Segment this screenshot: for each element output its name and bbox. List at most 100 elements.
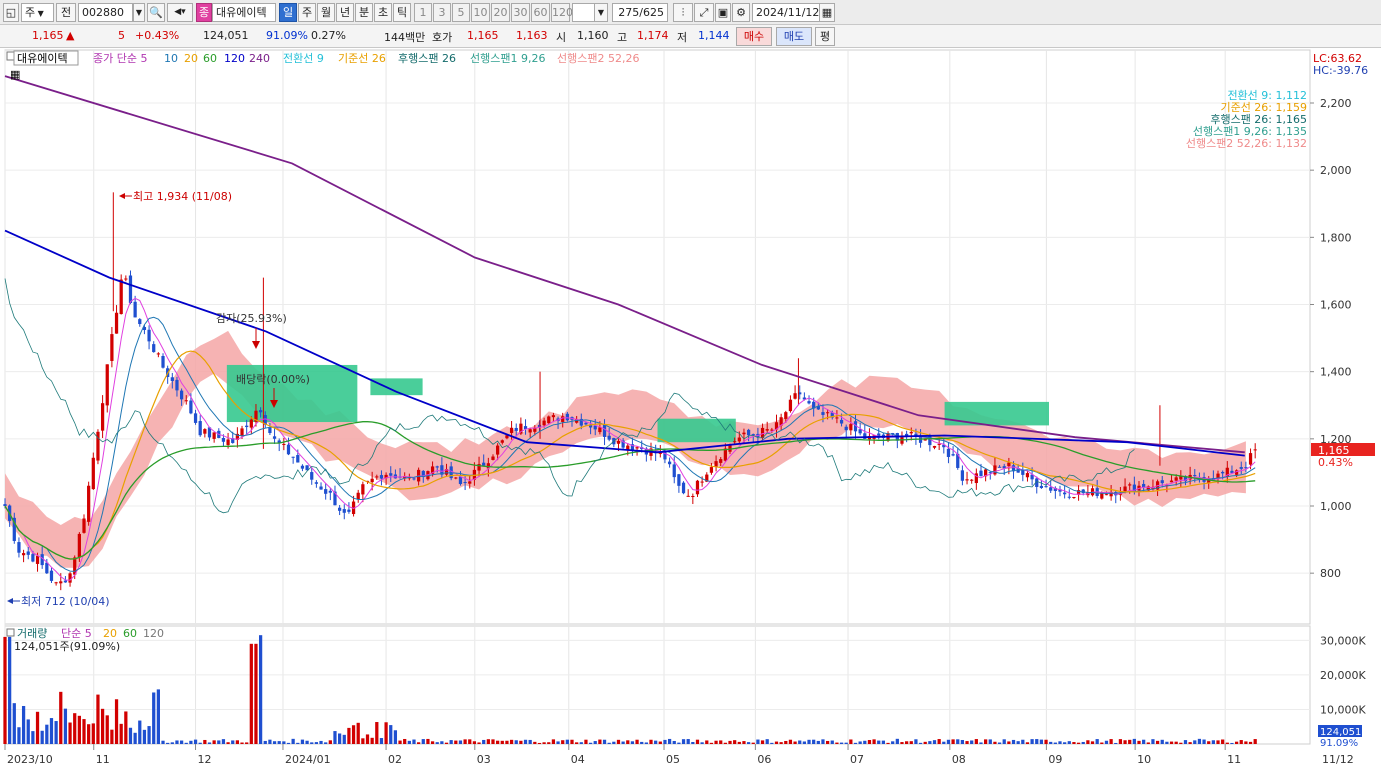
period-second-button[interactable]: 초 [374,3,392,22]
favorite-badge[interactable]: 종 [196,3,212,22]
candle-body [737,437,741,442]
volume-bar [356,722,360,744]
candle-body [551,415,556,418]
period-day-button[interactable]: 일 [279,3,297,22]
volume-bar [918,742,923,744]
legend-conversion-line[interactable]: 전환선 9 [283,52,324,65]
gear-icon[interactable]: ⚙ [732,3,750,22]
legend-ma60[interactable]: 60 [203,52,217,65]
legend-ma20[interactable]: 20 [184,52,198,65]
date-input[interactable]: 2024/11/12 [752,3,820,22]
volume-bar [1151,739,1155,744]
stock-chart[interactable]: 2,2002,0001,8001,6001,4001,2001,00080030… [0,48,1381,771]
volume-bar [635,739,639,744]
calendar-icon[interactable]: ▦ [819,3,835,22]
arrows-icon[interactable]: ⤢ [694,3,714,22]
legend-ma-label[interactable]: 종가 단순 5 [93,52,147,65]
candle-body [286,444,291,455]
interval-10-button[interactable]: 10 [471,3,490,22]
legend-base-line[interactable]: 기준선 26 [338,52,386,65]
volume-legend-ma60[interactable]: 60 [123,627,137,640]
volume-current-tag-text: 124,051 [1320,727,1361,738]
legend-leading-span1[interactable]: 선행스팬1 9,26 [470,52,545,65]
search-icon[interactable]: 🔍 [147,3,165,22]
stock-name-field[interactable]: 대유에이텍 [212,3,276,22]
volume-bar [412,739,416,744]
volume-bar [407,740,411,744]
interval-120-button[interactable]: 120 [551,3,573,22]
volume-bar [114,699,119,744]
candle-body [458,476,463,484]
period-minute-button[interactable]: 분 [355,3,373,22]
grid-icon[interactable]: ▦ [10,68,20,81]
candle-body [87,485,91,522]
svg-text:최저 712 (10/04): 최저 712 (10/04) [21,595,110,608]
volume-bar [1072,742,1076,744]
volume-bar [384,722,388,744]
interval-5-button[interactable]: 5 [452,3,470,22]
period-year-button[interactable]: 년 [336,3,354,22]
candle-body [291,456,295,458]
volume-bar [533,741,537,744]
svg-text:감자(25.93%): 감자(25.93%) [216,312,287,325]
candle-body [82,518,86,533]
legend-ma10[interactable]: 10 [164,52,178,65]
chevron-down-icon[interactable]: ▼ [133,3,145,22]
volume-bar [477,742,481,744]
svg-text:배당락(0.00%): 배당락(0.00%) [236,373,310,386]
window-icon[interactable]: ◱ [3,3,19,22]
volume-current-pct: 91.09% [1320,738,1358,749]
candle-body [993,465,997,475]
chart-type-select[interactable]: 주 ▼ [21,3,54,22]
interval-30-button[interactable]: 30 [511,3,530,22]
open-label: 시 [556,31,567,44]
volume-bar [788,739,793,744]
candle-body [342,509,346,513]
candle-body [672,464,676,478]
volume-bar [472,741,477,744]
save-icon[interactable]: ▣ [715,3,731,22]
legend-ma240[interactable]: 240 [249,52,270,65]
volume-bar [282,741,286,744]
volume-bar [737,741,741,744]
evaluate-button[interactable]: 평 [815,27,835,46]
volume-bar [156,689,160,744]
candle-body [788,399,793,412]
buy-button[interactable]: 매수 [736,27,772,46]
legend-lagging-span[interactable]: 후행스팬 26 [398,52,456,65]
period-month-button[interactable]: 월 [317,3,335,22]
volume-bar [1118,739,1123,744]
volume-bar [523,739,528,744]
interval-3-button[interactable]: 3 [433,3,451,22]
high-label: 고 [617,31,628,44]
candle-settings-icon[interactable]: ⫶ [673,3,693,22]
interval-60-button[interactable]: 60 [531,3,550,22]
chevron-down-icon[interactable]: ▼ [594,3,608,22]
code-input[interactable]: 002880 [78,3,133,22]
volume-bar [347,727,351,744]
period-week-button[interactable]: 주 [298,3,316,22]
legend-leading-span2[interactable]: 선행스팬2 52,26 [557,52,639,65]
interval-1-button[interactable]: 1 [414,3,432,22]
sell-button[interactable]: 매도 [776,27,812,46]
volume-legend-ma20[interactable]: 20 [103,627,117,640]
volume-bar [1202,739,1206,744]
toolbar: ◱ 주 ▼ 전 002880 ▼ 🔍 ◀▾ 종 대유에이텍 일 주 월 년 분 … [0,0,1381,25]
period-tick-button[interactable]: 틱 [393,3,411,22]
volume-bar [1197,738,1202,744]
volume-legend-title[interactable]: 거래량 [17,627,47,640]
volume-bar [119,723,123,744]
interval-20-button[interactable]: 20 [491,3,510,22]
speaker-icon[interactable]: ◀▾ [167,3,193,22]
legend-ma120[interactable]: 120 [224,52,245,65]
volume-bar [1193,740,1197,744]
volume-menu-icon[interactable] [6,628,15,637]
trade-amount: 144백만 [384,31,426,44]
price-tick-label: 2,200 [1320,97,1352,110]
volume-bar [835,742,839,744]
volume-legend-ma120[interactable]: 120 [143,627,164,640]
candle-body [584,422,588,425]
volume-legend-ma[interactable]: 단순 5 [61,627,92,640]
candle-body [133,301,137,318]
market-mode-button[interactable]: 전 [56,3,76,22]
